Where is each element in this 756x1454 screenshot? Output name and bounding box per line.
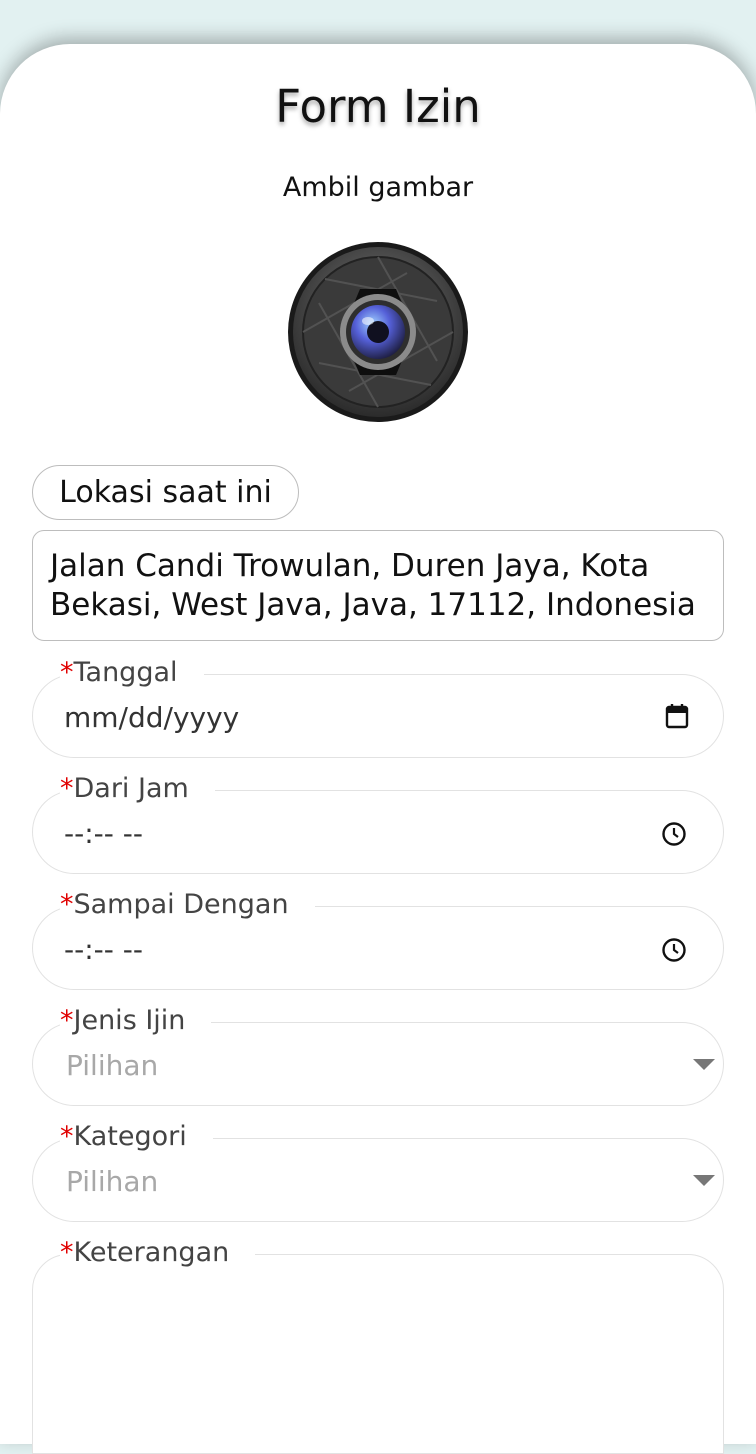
required-mark: * [60, 657, 74, 688]
camera-caption: Ambil gambar [282, 172, 474, 203]
kategori-label: *Kategori [60, 1120, 213, 1154]
required-mark: * [60, 1237, 74, 1268]
required-mark: * [60, 773, 74, 804]
required-mark: * [60, 1121, 74, 1152]
keterangan-label-text: Keterangan [73, 1237, 230, 1268]
jenis-ijin-placeholder: Pilihan [66, 1049, 159, 1082]
clock-icon[interactable] [661, 821, 687, 847]
dari-jam-label-text: Dari Jam [73, 773, 189, 804]
page-title: Form Izin [275, 80, 481, 133]
tanggal-label-text: Tanggal [73, 657, 178, 688]
jenis-ijin-label: *Jenis Ijin [60, 1004, 212, 1038]
camera-lens-icon [288, 242, 468, 422]
dropdown-arrow-icon[interactable] [693, 1175, 715, 1187]
kategori-placeholder: Pilihan [66, 1165, 159, 1198]
form-sheet: Form Izin Ambil gambar Lokasi saat ini J… [0, 44, 756, 1454]
current-location-button[interactable]: Lokasi saat ini [32, 465, 299, 520]
clock-icon[interactable] [661, 937, 687, 963]
camera-button[interactable] [287, 241, 469, 423]
dari-jam-label: *Dari Jam [60, 772, 215, 806]
sampai-dengan-value: --:-- -- [64, 933, 143, 966]
required-mark: * [60, 1005, 74, 1036]
dropdown-arrow-icon[interactable] [693, 1059, 715, 1071]
required-mark: * [60, 889, 74, 920]
tanggal-label: *Tanggal [60, 656, 204, 690]
keterangan-textarea[interactable] [32, 1254, 724, 1454]
keterangan-label: *Keterangan [60, 1236, 256, 1270]
dari-jam-value: --:-- -- [64, 817, 143, 850]
address-field[interactable]: Jalan Candi Trowulan, Duren Jaya, Kota B… [32, 530, 724, 641]
jenis-ijin-label-text: Jenis Ijin [73, 1005, 186, 1036]
sampai-dengan-label-text: Sampai Dengan [73, 889, 289, 920]
calendar-icon[interactable] [665, 703, 689, 729]
kategori-label-text: Kategori [73, 1121, 187, 1152]
sampai-dengan-label: *Sampai Dengan [60, 888, 315, 922]
tanggal-value: mm/dd/yyyy [64, 701, 240, 734]
